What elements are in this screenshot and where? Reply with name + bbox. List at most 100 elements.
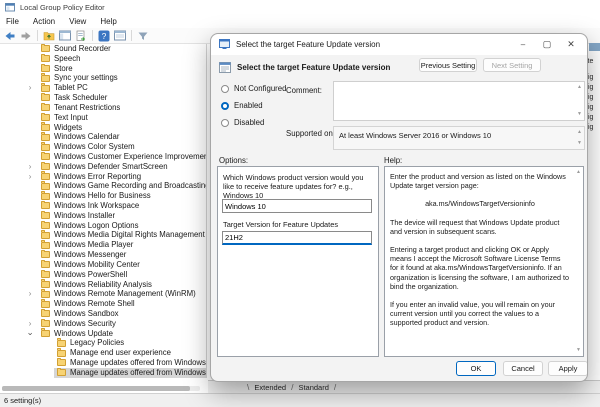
menu-view[interactable]: View: [63, 17, 94, 26]
cancel-button[interactable]: Cancel: [503, 361, 543, 376]
target-version-input[interactable]: [222, 231, 372, 245]
tree-item[interactable]: Text Input: [0, 112, 206, 123]
folder-icon: [41, 63, 50, 73]
tree-item-label: Speech: [54, 53, 81, 63]
tree-item[interactable]: Windows Messenger: [0, 249, 206, 260]
tree-item[interactable]: Windows Calendar: [0, 132, 206, 142]
tree-item-content: Windows Color System: [38, 142, 138, 152]
menu-help[interactable]: Help: [94, 17, 124, 26]
close-icon[interactable]: ✕: [559, 34, 583, 55]
tree-item[interactable]: › Windows Remote Management (WinRM): [0, 288, 206, 299]
help-paragraph: aka.ms/WindowsTargetVersioninfo: [425, 199, 535, 209]
chevron-expanded-icon[interactable]: ›: [25, 329, 36, 337]
tree-item[interactable]: Legacy Policies: [0, 338, 206, 348]
radio-icon[interactable]: [221, 84, 229, 93]
tree-item[interactable]: Windows Game Recording and Broadcasting: [0, 181, 206, 191]
product-version-input[interactable]: [222, 199, 372, 213]
tree-item[interactable]: Windows Color System: [0, 142, 206, 152]
filter-icon[interactable]: [136, 29, 150, 42]
radio-icon[interactable]: [221, 118, 229, 127]
radio-option-not-configured[interactable]: Not Configured: [221, 80, 286, 97]
folder-icon: [41, 132, 50, 141]
folder-icon: [57, 357, 66, 367]
folder-icon: [57, 367, 66, 377]
tree-item[interactable]: Windows Remote Shell: [0, 299, 206, 309]
scroll-up-icon[interactable]: ▲: [577, 85, 582, 90]
tree-item-label: Manage end user experience: [70, 348, 171, 358]
tree-item[interactable]: Manage updates offered from Windows Serv…: [0, 357, 206, 368]
previous-setting-button[interactable]: Previous Setting: [419, 58, 477, 72]
tree-item[interactable]: Windows Media Player: [0, 240, 206, 250]
tree-item[interactable]: Tenant Restrictions: [0, 102, 206, 113]
window-title: Local Group Policy Editor: [20, 3, 105, 12]
minimize-icon[interactable]: –: [511, 34, 535, 55]
folder-icon: [57, 338, 66, 347]
next-setting-button[interactable]: Next Setting: [483, 58, 541, 72]
tree-item-label: Windows Hello for Business: [54, 191, 151, 201]
scrollbar-thumb[interactable]: [2, 386, 190, 391]
forward-icon[interactable]: [19, 29, 33, 42]
tree-item-label: Text Input: [54, 112, 88, 122]
scroll-up-icon[interactable]: ▲: [577, 130, 582, 135]
tree-item[interactable]: Manage end user experience: [0, 348, 206, 358]
scroll-up-icon[interactable]: ▲: [576, 170, 581, 175]
chevron-collapsed-icon[interactable]: ›: [26, 171, 34, 182]
tree-item[interactable]: Windows Installer: [0, 210, 206, 221]
tree-item[interactable]: Windows PowerShell: [0, 269, 206, 280]
tab-extended[interactable]: Extended: [250, 383, 290, 392]
folder-icon: [41, 151, 50, 161]
tree-item[interactable]: Sound Recorder: [0, 44, 206, 54]
tree-item[interactable]: Manage updates offered from Windows Upda…: [0, 367, 206, 378]
policy-setting-dialog: Select the target Feature Update version…: [210, 33, 588, 382]
scroll-down-icon[interactable]: ▼: [576, 348, 581, 353]
tree-item[interactable]: Windows Ink Workspace: [0, 200, 206, 211]
export-list-icon[interactable]: [74, 29, 88, 42]
help-icon[interactable]: ?: [97, 29, 111, 42]
tree-item[interactable]: › Tablet PC: [0, 82, 206, 93]
tree-item-label: Task Scheduler: [54, 93, 108, 103]
status-bar: 6 setting(s): [0, 393, 600, 407]
chevron-collapsed-icon[interactable]: ›: [26, 288, 34, 299]
radio-option-enabled[interactable]: Enabled: [221, 97, 286, 114]
tree-item[interactable]: › Windows Error Reporting: [0, 171, 206, 182]
menu-file[interactable]: File: [0, 17, 27, 26]
chevron-collapsed-icon[interactable]: ›: [26, 82, 34, 93]
tab-standard[interactable]: Standard: [294, 383, 332, 392]
folder-icon: [41, 299, 50, 308]
folder-icon: [57, 348, 66, 357]
tree-item[interactable]: Widgets: [0, 122, 206, 133]
tree-item-label: Windows Ink Workspace: [54, 201, 140, 210]
folder-icon: [41, 318, 50, 328]
folder-icon: [41, 83, 50, 92]
tree-item[interactable]: Speech: [0, 53, 206, 64]
ok-button[interactable]: OK: [456, 361, 496, 376]
folder-up-icon[interactable]: [42, 29, 56, 42]
show-window-icon[interactable]: [113, 29, 127, 42]
tree-item-label: Windows Remote Management (WinRM): [54, 289, 196, 299]
tree-item[interactable]: Windows Mobility Center: [0, 259, 206, 270]
tree-item[interactable]: Store: [0, 63, 206, 74]
console-tree-icon[interactable]: [58, 29, 72, 42]
comment-textarea[interactable]: [335, 83, 574, 119]
product-version-question: Which Windows product version would you …: [223, 173, 364, 201]
tree-item[interactable]: Task Scheduler: [0, 92, 206, 103]
scroll-down-icon[interactable]: ▼: [577, 141, 582, 146]
folder-icon: [41, 122, 50, 131]
radio-selected-icon[interactable]: [221, 101, 229, 110]
tree-item[interactable]: Windows Hello for Business: [0, 191, 206, 201]
back-icon[interactable]: [3, 29, 17, 42]
radio-option-disabled[interactable]: Disabled: [221, 114, 286, 131]
tree-horizontal-scrollbar[interactable]: [2, 386, 200, 391]
tree-item-content: Tablet PC: [38, 83, 91, 93]
menu-action[interactable]: Action: [27, 17, 63, 26]
tree-item[interactable]: › Windows Security: [0, 318, 206, 329]
maximize-icon[interactable]: ▢: [535, 34, 559, 55]
tree-item-content: Windows Sandbox: [38, 308, 122, 319]
toolbar-separator: [92, 30, 93, 41]
tree-item[interactable]: Windows Media Digital Rights Management: [0, 230, 206, 240]
tree-item[interactable]: › Windows Update: [0, 328, 206, 339]
tree-item[interactable]: Windows Logon Options: [0, 220, 206, 231]
chevron-collapsed-icon[interactable]: ›: [26, 318, 34, 329]
scroll-down-icon[interactable]: ▼: [577, 112, 582, 117]
apply-button[interactable]: Apply: [548, 361, 587, 376]
